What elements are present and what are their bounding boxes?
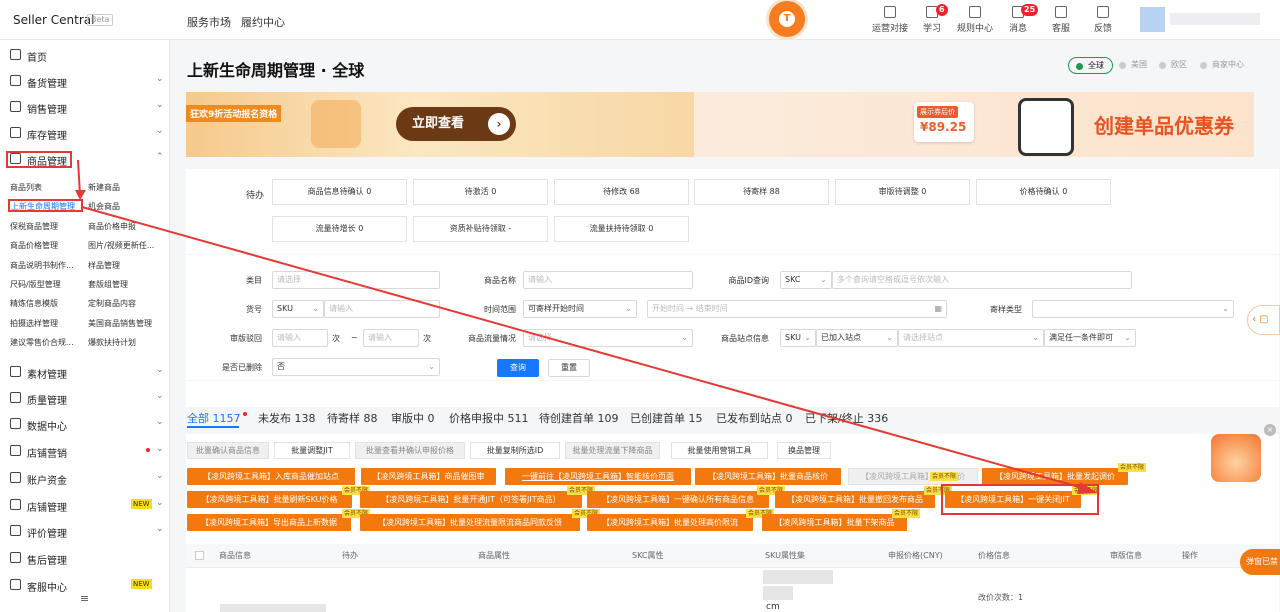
annotation-arrow [75, 159, 1098, 494]
gift-icon[interactable] [1211, 434, 1261, 482]
feedback-float-button[interactable]: ‹ ▢ [1247, 305, 1280, 335]
close-icon[interactable]: × [1264, 424, 1276, 436]
popup-disabled-button[interactable]: 弹窗已禁 [1240, 549, 1280, 575]
